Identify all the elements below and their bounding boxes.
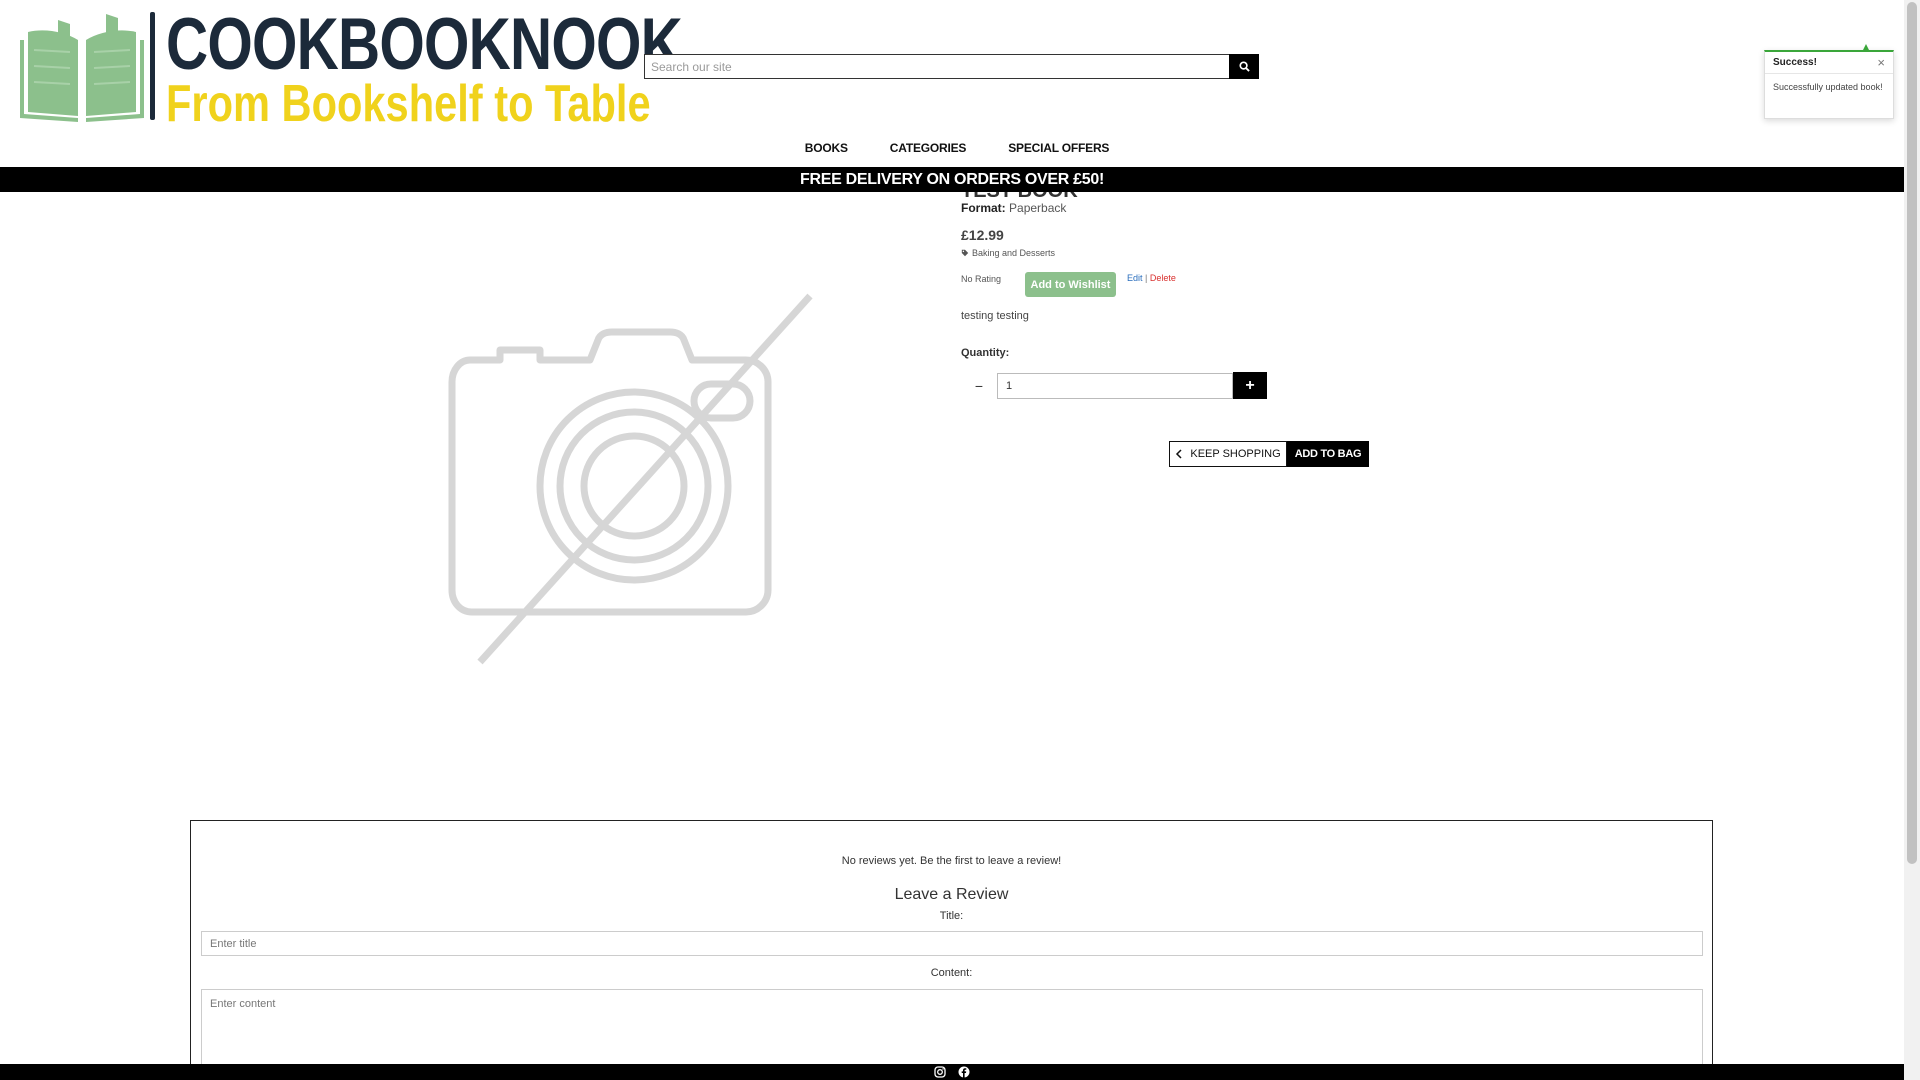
site-logo[interactable]: COOKBOOKNOOK From Bookshelf to Table <box>20 8 683 130</box>
admin-links: Edit | Delete <box>1127 273 1176 283</box>
no-reviews-message: No reviews yet. Be the first to leave a … <box>841 855 1062 867</box>
toast-close-button[interactable]: × <box>1877 56 1885 69</box>
free-delivery-banner: FREE DELIVERY ON ORDERS OVER £50! <box>0 167 1904 192</box>
quantity-stepper: − + <box>961 372 1267 399</box>
decrement-button[interactable]: − <box>961 372 997 399</box>
no-image-camera-icon <box>448 293 813 665</box>
product-image <box>440 290 830 670</box>
success-toast: Success! × Successfully updated book! <box>1764 44 1894 119</box>
logo-divider <box>150 12 155 120</box>
search-bar <box>644 54 1259 79</box>
main-nav: BOOKS CATEGORIES SPECIAL OFFERS <box>0 141 1904 155</box>
search-button[interactable] <box>1229 54 1259 79</box>
instagram-icon[interactable] <box>933 1065 947 1079</box>
search-icon <box>1238 61 1250 72</box>
leave-review-heading: Leave a Review <box>894 886 1009 903</box>
keep-shopping-button[interactable]: KEEP SHOPPING <box>1169 441 1287 467</box>
format-row: Format: Paperback <box>961 201 1066 215</box>
keep-shopping-label: KEEP SHOPPING <box>1190 448 1281 460</box>
brand-tagline: From Bookshelf to Table <box>166 75 651 133</box>
product-price: £12.99 <box>961 227 1004 243</box>
toast-header: Success! × <box>1765 52 1893 74</box>
nav-special-offers[interactable]: SPECIAL OFFERS <box>1008 141 1109 155</box>
edit-link[interactable]: Edit <box>1127 273 1143 283</box>
footer <box>0 1064 1904 1080</box>
product-description: testing testing <box>961 310 1029 322</box>
format-label: Format: <box>961 201 1006 215</box>
toast-arrow <box>1863 44 1869 50</box>
add-to-wishlist-button[interactable]: Add to Wishlist <box>1025 272 1116 297</box>
add-to-bag-button[interactable]: ADD TO BAG <box>1287 441 1369 467</box>
format-value: Paperback <box>1009 201 1067 215</box>
page-scrollbar[interactable] <box>1904 0 1920 1080</box>
toast-message: Successfully updated book! <box>1773 82 1883 92</box>
quantity-input[interactable] <box>997 372 1233 399</box>
admin-separator: | <box>1145 273 1148 283</box>
reviews-section: No reviews yet. Be the first to leave a … <box>190 820 1713 1080</box>
nav-books[interactable]: BOOKS <box>805 141 848 155</box>
scrollbar-thumb[interactable] <box>1907 2 1917 864</box>
delete-link[interactable]: Delete <box>1150 273 1176 283</box>
nav-categories[interactable]: CATEGORIES <box>890 141 967 155</box>
review-title-label: Title: <box>939 910 964 922</box>
product-rating: No Rating <box>961 274 1002 284</box>
increment-button[interactable]: + <box>1233 372 1267 399</box>
quantity-label: Quantity: <box>961 347 1010 359</box>
open-book-icon <box>20 14 144 122</box>
review-content-label: Content: <box>930 967 973 979</box>
search-input[interactable] <box>644 54 1229 79</box>
facebook-icon[interactable] <box>957 1065 971 1079</box>
chevron-left-icon <box>1176 449 1182 459</box>
toast-title: Success! <box>1773 57 1817 68</box>
review-title-input[interactable] <box>201 931 1703 956</box>
tag-icon <box>961 249 969 257</box>
category-label: Baking and Desserts <box>972 248 1056 258</box>
brand-name: COOKBOOKNOOK <box>166 4 683 85</box>
category-tag[interactable]: Baking and Desserts <box>961 248 1055 258</box>
